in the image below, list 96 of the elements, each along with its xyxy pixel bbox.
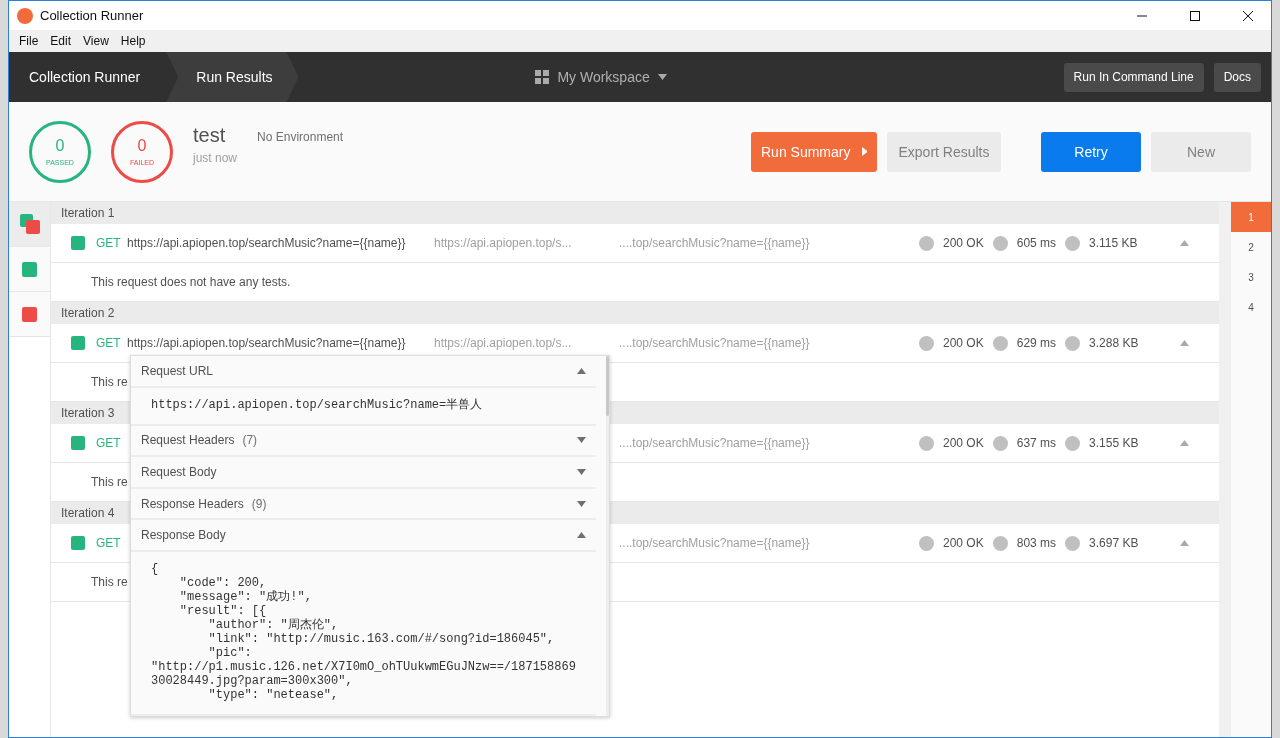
- workspace-name[interactable]: My Workspace: [557, 69, 650, 85]
- expand-caret-icon: [576, 500, 586, 507]
- result-filter[interactable]: [9, 202, 50, 247]
- size-dot-icon: [1065, 235, 1081, 251]
- status-dot-icon: [919, 235, 934, 251]
- passed-square-icon: [22, 261, 37, 277]
- section-header[interactable]: Response Body: [131, 520, 596, 552]
- status-dot-icon: [919, 335, 934, 351]
- request-row[interactable]: GET https://api.apiopen.top/searchMusic?name={{name}} https://api.apiopen.top/s... ....top/searchMusic?name={{name}} 200 OK 605 ms 3.115 KB: [51, 224, 1219, 263]
- result-filter[interactable]: [9, 247, 50, 292]
- section-count: (7): [242, 433, 258, 448]
- failed-count: 0: [137, 137, 147, 155]
- collection-name: test: [193, 124, 227, 147]
- pass-status-icon: [71, 336, 85, 350]
- expand-caret-icon: [576, 437, 586, 444]
- time-dot-icon: [992, 335, 1008, 351]
- section-title: Request Body: [141, 465, 217, 479]
- pass-status-icon: [71, 536, 85, 550]
- section-title: Request URL: [141, 363, 214, 378]
- header-button[interactable]: Run In Command Line: [1063, 62, 1204, 92]
- environment-label: No Environment: [257, 129, 344, 144]
- breadcrumb-tab[interactable]: Run Results: [166, 52, 299, 102]
- time-dot-icon: [992, 535, 1008, 551]
- section-content: { "code": 200, "message": "成功!", "result": [{ "author": "周杰伦", "link": "http://music.163.com/#/song?id=186045", "pic": "http://p1.music.126.net/X7I0mO_ohTUukwmEGuJNzw==/187158869 30028449.jpg?param=300x300", "type": "netease",: [131, 551, 596, 716]
- section-header[interactable]: Request Body: [131, 457, 596, 489]
- response-time: 637 ms: [1016, 436, 1057, 450]
- collapse-caret-icon: [576, 367, 586, 374]
- scrollbar-track[interactable]: [1219, 202, 1231, 737]
- scrollbar-thumb[interactable]: [605, 356, 609, 416]
- status-dot-icon: [919, 435, 934, 451]
- section-title: Response Body: [141, 528, 226, 543]
- section-header[interactable]: Request Headers (7): [131, 425, 596, 458]
- request-method: GET: [96, 336, 122, 350]
- menu-item[interactable]: File: [13, 34, 45, 48]
- response-size: 3.288 KB: [1089, 336, 1139, 350]
- response-time: 803 ms: [1016, 536, 1057, 550]
- pass-status-icon: [71, 436, 85, 450]
- response-time: 629 ms: [1016, 336, 1057, 350]
- request-url: https://api.apiopen.top/searchMusic?name={{name}}: [127, 236, 406, 250]
- window-title: Collection Runner: [40, 8, 145, 23]
- action-button[interactable]: Retry: [1041, 131, 1141, 172]
- status-code: 200 OK: [943, 536, 984, 550]
- iteration-tab[interactable]: 2: [1231, 232, 1271, 262]
- maximize-icon: [1190, 10, 1200, 21]
- expand-caret-icon: [576, 469, 586, 475]
- request-method: GET: [96, 436, 122, 450]
- menu-item[interactable]: Help: [114, 34, 152, 48]
- request-url: https://api.apiopen.top/searchMusic?name={{name}}: [127, 336, 406, 350]
- collapse-caret-icon: [1180, 440, 1189, 446]
- resolved-url-tail: ....top/searchMusic?name={{name}}: [619, 336, 811, 350]
- status-code: 200 OK: [943, 436, 984, 450]
- collapse-caret-icon: [576, 532, 586, 539]
- close-icon: [1243, 10, 1253, 21]
- result-filter[interactable]: [9, 292, 50, 337]
- resolved-url-tail: ....top/searchMusic?name={{name}}: [619, 236, 811, 250]
- size-dot-icon: [1065, 535, 1081, 551]
- request-method: GET: [96, 236, 122, 250]
- failed-square-icon: [22, 306, 37, 322]
- response-size: 3.115 KB: [1089, 236, 1138, 250]
- time-dot-icon: [992, 435, 1008, 451]
- iteration-tab[interactable]: 3: [1231, 262, 1271, 292]
- resolved-url-tail: ....top/searchMusic?name={{name}}: [619, 536, 811, 550]
- collapse-caret-icon: [1180, 540, 1189, 546]
- section-content: https://api.apiopen.top/searchMusic?name=半兽人: [131, 387, 596, 426]
- menu-item[interactable]: Edit: [44, 34, 78, 48]
- request-method: GET: [96, 536, 122, 550]
- expand-caret-icon: [657, 74, 667, 80]
- size-dot-icon: [1065, 435, 1081, 451]
- response-size: 3.155 KB: [1089, 436, 1139, 450]
- time-dot-icon: [992, 235, 1008, 251]
- passed-count: 0: [55, 137, 65, 155]
- response-time: 605 ms: [1016, 236, 1057, 250]
- section-header[interactable]: Request URL: [131, 356, 596, 388]
- section-title: Request Headers: [141, 433, 235, 448]
- grid-icon: [535, 70, 550, 84]
- status-code: 200 OK: [943, 336, 984, 350]
- status-dot-icon: [919, 535, 934, 551]
- response-size: 3.697 KB: [1089, 536, 1139, 550]
- size-dot-icon: [1065, 335, 1081, 351]
- play-caret-icon: [862, 147, 867, 156]
- collapse-caret-icon: [1180, 240, 1189, 246]
- iteration-heading: Iteration 2: [51, 302, 1219, 324]
- pass-status-icon: [71, 236, 85, 250]
- status-code: 200 OK: [943, 236, 984, 250]
- collapse-caret-icon: [1180, 340, 1189, 346]
- all-results-icon: [19, 214, 40, 234]
- app-logo-icon: [17, 7, 33, 24]
- menu-item[interactable]: View: [77, 34, 115, 48]
- section-header[interactable]: Response Headers (9): [131, 488, 596, 521]
- resolved-url: https://api.apiopen.top/s...: [434, 336, 572, 350]
- header-button[interactable]: Docs: [1213, 62, 1261, 92]
- resolved-url-tail: ....top/searchMusic?name={{name}}: [619, 436, 811, 450]
- iteration-tab[interactable]: 4: [1231, 292, 1271, 322]
- iteration-heading: Iteration 1: [51, 202, 1219, 224]
- run-time: just now: [193, 151, 238, 165]
- resolved-url: https://api.apiopen.top/s...: [434, 236, 572, 250]
